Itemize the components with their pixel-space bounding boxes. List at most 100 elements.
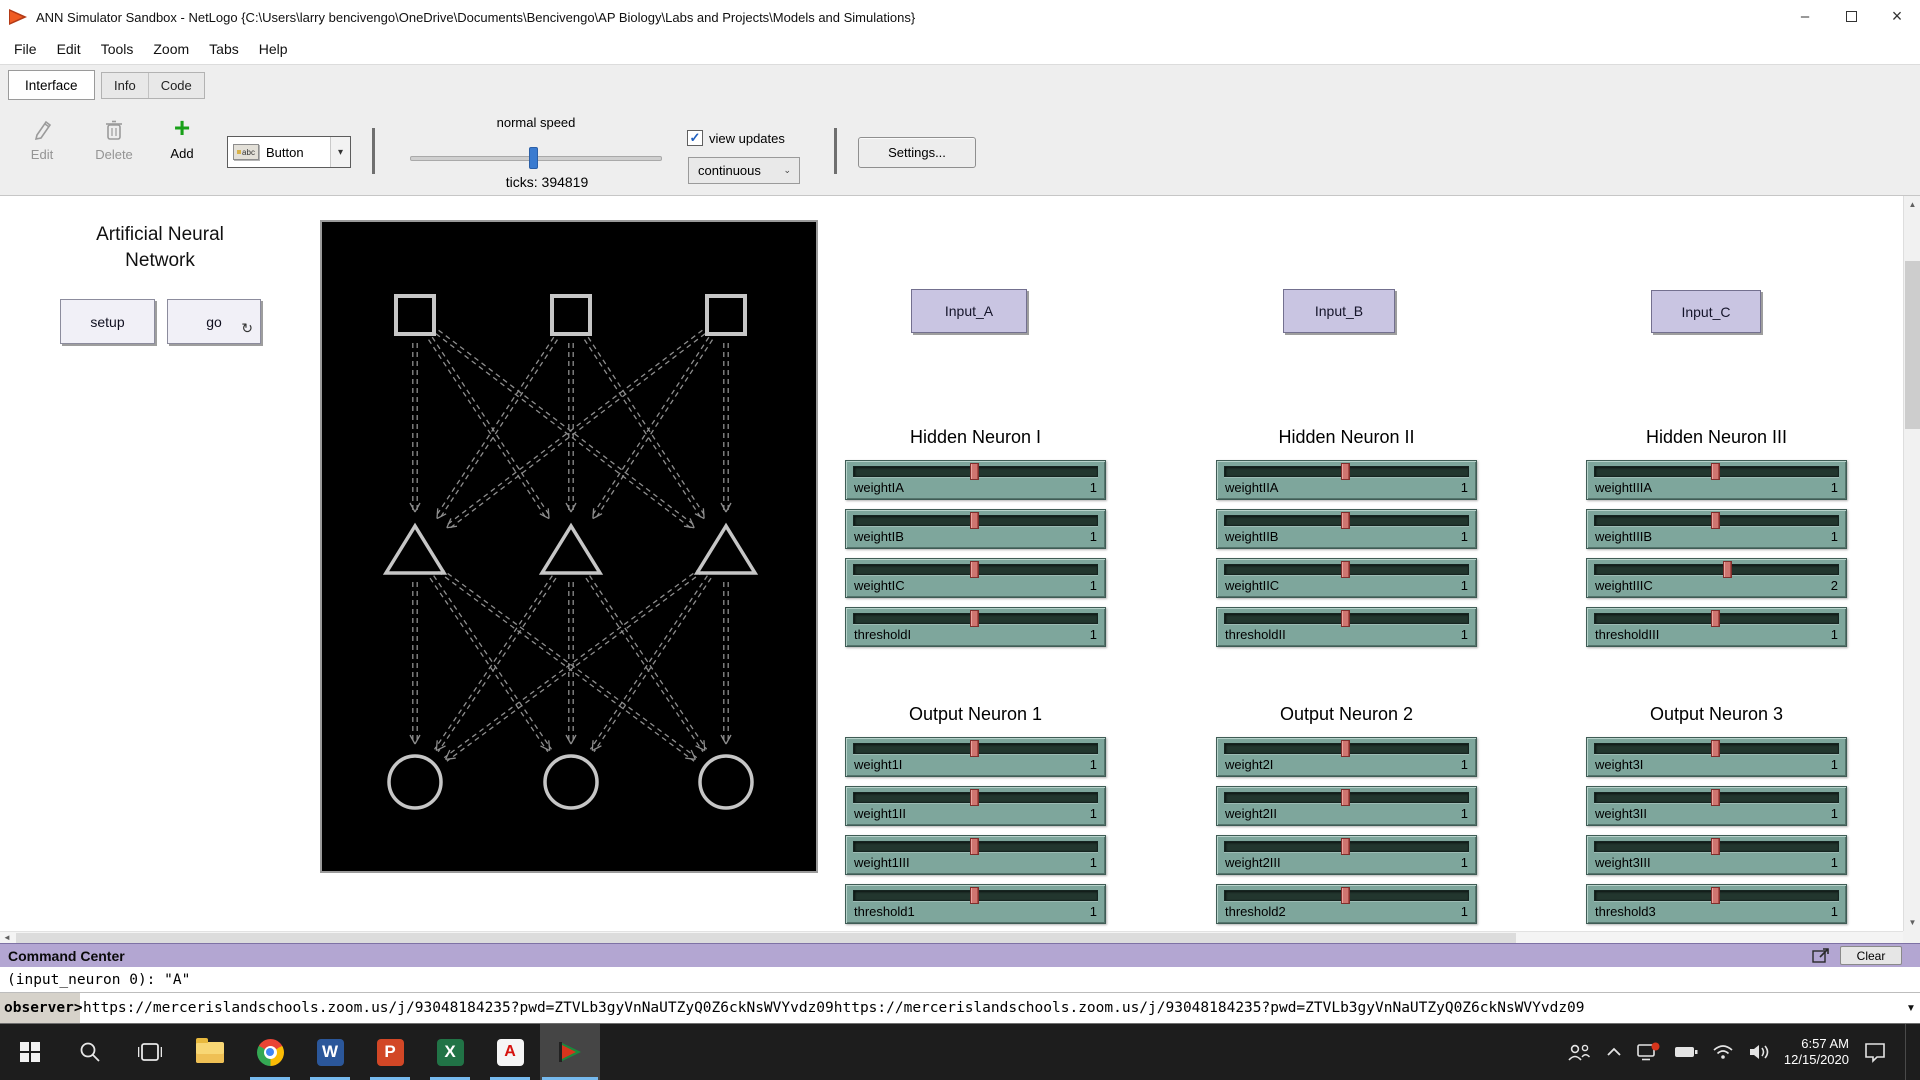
- slider-weightIIIA[interactable]: weightIIIA1: [1586, 460, 1847, 500]
- slider-handle[interactable]: [1341, 512, 1350, 529]
- action-center-icon[interactable]: [1863, 1041, 1887, 1063]
- delete-tool-button[interactable]: Delete: [86, 118, 142, 162]
- scroll-up-icon[interactable]: ▲: [1904, 196, 1920, 213]
- people-icon[interactable]: [1566, 1042, 1592, 1062]
- slider-weightIC[interactable]: weightIC1: [845, 558, 1106, 598]
- horizontal-scroll-thumb[interactable]: [16, 933, 1516, 943]
- slider-weight2III[interactable]: weight2III1: [1216, 835, 1477, 875]
- slider-handle[interactable]: [1341, 561, 1350, 578]
- show-desktop-button[interactable]: [1905, 1024, 1910, 1080]
- slider-weightIIIC[interactable]: weightIIIC2: [1586, 558, 1847, 598]
- detach-window-icon[interactable]: [1812, 948, 1830, 964]
- volume-icon[interactable]: [1748, 1043, 1770, 1061]
- slider-handle[interactable]: [1711, 789, 1720, 806]
- chrome-button[interactable]: [240, 1024, 300, 1080]
- clear-button[interactable]: Clear: [1840, 946, 1902, 965]
- menu-zoom[interactable]: Zoom: [143, 36, 199, 62]
- powerpoint-button[interactable]: P: [360, 1024, 420, 1080]
- slider-handle[interactable]: [970, 887, 979, 904]
- vertical-scrollbar[interactable]: ▲ ▼: [1903, 196, 1920, 931]
- slider-handle[interactable]: [1341, 789, 1350, 806]
- menu-help[interactable]: Help: [249, 36, 298, 62]
- word-button[interactable]: W: [300, 1024, 360, 1080]
- slider-weightIB[interactable]: weightIB1: [845, 509, 1106, 549]
- slider-weightIIA[interactable]: weightIIA1: [1216, 460, 1477, 500]
- horizontal-scrollbar[interactable]: ◄: [0, 931, 1903, 943]
- slider-threshold3[interactable]: threshold31: [1586, 884, 1847, 924]
- slider-weight1I[interactable]: weight1I1: [845, 737, 1106, 777]
- add-tool-button[interactable]: + Add: [160, 115, 204, 161]
- view-updates-checkbox[interactable]: ✓: [687, 130, 703, 146]
- slider-track[interactable]: [1594, 564, 1839, 575]
- slider-weightIIC[interactable]: weightIIC1: [1216, 558, 1477, 598]
- task-view-button[interactable]: [120, 1024, 180, 1080]
- slider-weight1III[interactable]: weight1III1: [845, 835, 1106, 875]
- slider-handle[interactable]: [1711, 740, 1720, 757]
- slider-handle[interactable]: [1711, 512, 1720, 529]
- slider-weight3II[interactable]: weight3II1: [1586, 786, 1847, 826]
- slider-handle[interactable]: [970, 789, 979, 806]
- slider-handle[interactable]: [1341, 838, 1350, 855]
- command-history-arrow-icon[interactable]: ▼: [1902, 993, 1920, 1023]
- slider-thresholdIII[interactable]: thresholdIII1: [1586, 607, 1847, 647]
- menu-edit[interactable]: Edit: [47, 36, 91, 62]
- slider-weightIA[interactable]: weightIA1: [845, 460, 1106, 500]
- slider-weight2II[interactable]: weight2II1: [1216, 786, 1477, 826]
- slider-handle[interactable]: [970, 561, 979, 578]
- meet-now-icon[interactable]: [1636, 1042, 1660, 1062]
- slider-handle[interactable]: [970, 610, 979, 627]
- battery-icon[interactable]: [1674, 1045, 1698, 1059]
- input-a-button[interactable]: Input_A: [911, 289, 1027, 333]
- slider-handle[interactable]: [1711, 610, 1720, 627]
- tab-info[interactable]: Info: [102, 73, 149, 98]
- slider-weightIIB[interactable]: weightIIB1: [1216, 509, 1477, 549]
- slider-handle[interactable]: [970, 740, 979, 757]
- file-explorer-button[interactable]: [180, 1024, 240, 1080]
- slider-handle[interactable]: [1723, 561, 1732, 578]
- slider-threshold2[interactable]: threshold21: [1216, 884, 1477, 924]
- maximize-button[interactable]: [1828, 0, 1874, 33]
- speed-slider-thumb[interactable]: [529, 147, 538, 169]
- slider-handle[interactable]: [970, 463, 979, 480]
- menu-file[interactable]: File: [4, 36, 47, 62]
- slider-weight2I[interactable]: weight2I1: [1216, 737, 1477, 777]
- slider-thresholdI[interactable]: thresholdI1: [845, 607, 1106, 647]
- widget-type-dropdown[interactable]: abc Button ▾: [227, 136, 351, 168]
- slider-handle[interactable]: [970, 512, 979, 529]
- update-mode-dropdown[interactable]: continuous ⌄: [688, 157, 800, 184]
- netlogo-taskbar-button[interactable]: [540, 1024, 600, 1080]
- command-input[interactable]: https://mercerislandschools.zoom.us/j/93…: [80, 993, 1902, 1023]
- slider-handle[interactable]: [1711, 838, 1720, 855]
- slider-handle[interactable]: [1341, 740, 1350, 757]
- slider-handle[interactable]: [1711, 463, 1720, 480]
- network-icon[interactable]: [1712, 1044, 1734, 1060]
- slider-handle[interactable]: [1341, 463, 1350, 480]
- go-button[interactable]: go ↻: [167, 299, 261, 344]
- slider-weight3III[interactable]: weight3III1: [1586, 835, 1847, 875]
- scroll-left-icon[interactable]: ◄: [0, 932, 14, 944]
- tab-code[interactable]: Code: [149, 73, 204, 98]
- slider-weight3I[interactable]: weight3I1: [1586, 737, 1847, 777]
- input-c-button[interactable]: Input_C: [1651, 290, 1761, 333]
- excel-button[interactable]: X: [420, 1024, 480, 1080]
- input-b-button[interactable]: Input_B: [1283, 289, 1395, 333]
- setup-button[interactable]: setup: [60, 299, 155, 344]
- hidden-icons-chevron-icon[interactable]: [1606, 1047, 1622, 1057]
- search-button[interactable]: [60, 1024, 120, 1080]
- taskbar-clock[interactable]: 6:57 AM 12/15/2020: [1784, 1036, 1849, 1068]
- slider-handle[interactable]: [1711, 887, 1720, 904]
- menu-tools[interactable]: Tools: [91, 36, 144, 62]
- slider-threshold1[interactable]: threshold11: [845, 884, 1106, 924]
- vertical-scroll-thumb[interactable]: [1905, 261, 1920, 429]
- start-button[interactable]: [0, 1024, 60, 1080]
- slider-handle[interactable]: [1341, 887, 1350, 904]
- slider-thresholdII[interactable]: thresholdII1: [1216, 607, 1477, 647]
- slider-handle[interactable]: [970, 838, 979, 855]
- tab-interface[interactable]: Interface: [8, 70, 95, 100]
- slider-weight1II[interactable]: weight1II1: [845, 786, 1106, 826]
- menu-tabs[interactable]: Tabs: [199, 36, 249, 62]
- slider-handle[interactable]: [1341, 610, 1350, 627]
- settings-button[interactable]: Settings...: [858, 137, 976, 168]
- slider-weightIIIB[interactable]: weightIIIB1: [1586, 509, 1847, 549]
- minimize-button[interactable]: –: [1782, 0, 1828, 33]
